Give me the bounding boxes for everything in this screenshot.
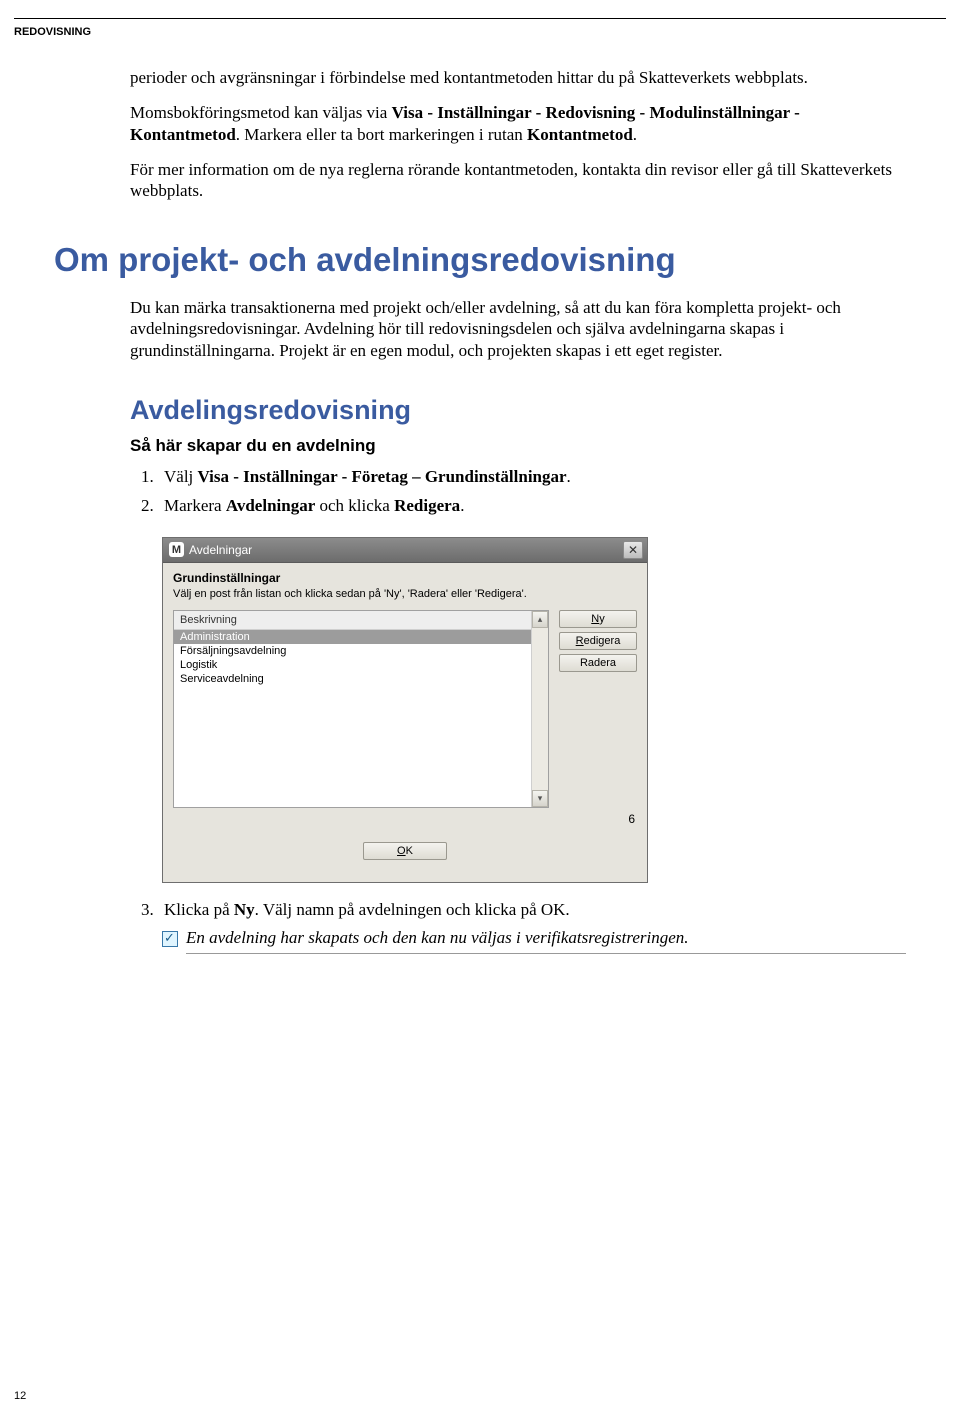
check-icon	[162, 931, 178, 947]
list-item[interactable]: Administration	[174, 630, 531, 644]
delete-button[interactable]: Radera	[559, 654, 637, 672]
heading-2: Avdelingsredovisning	[130, 395, 906, 426]
item-count: 6	[173, 808, 637, 836]
dialog-window: M Avdelningar ✕ Grundinställningar Välj …	[162, 537, 648, 883]
text: .	[567, 467, 571, 486]
list-column-header[interactable]: Beskrivning	[174, 611, 531, 630]
list-item[interactable]: Serviceavdelning	[174, 672, 531, 686]
text: .	[633, 125, 637, 144]
app-icon: M	[169, 542, 184, 557]
button-name: Ny	[234, 900, 255, 919]
scroll-up-icon[interactable]: ▴	[532, 611, 548, 628]
dialog-heading: Grundinställningar	[173, 571, 637, 585]
btn-rest: K	[406, 845, 413, 857]
button-name: Redigera	[394, 496, 460, 515]
dialog-subtitle: Välj en post från listan och klicka seda…	[173, 588, 637, 600]
step-3: Klicka på Ny. Välj namn på avdelningen o…	[158, 897, 906, 923]
intro-paragraph-1: perioder och avgränsningar i förbindelse…	[130, 67, 906, 88]
steps-list-continued: Klicka på Ny. Välj namn på avdelningen o…	[130, 897, 906, 923]
steps-list: Välj Visa - Inställningar - Företag – Gr…	[130, 464, 906, 519]
dialog-title: Avdelningar	[189, 543, 252, 557]
heading-1: Om projekt- och avdelningsredovisning	[54, 241, 906, 279]
list-item[interactable]: Logistik	[174, 658, 531, 672]
dialog-main: Beskrivning Administration Försäljningsa…	[173, 610, 637, 808]
text: . Markera eller ta bort markeringen i ru…	[236, 125, 527, 144]
new-button[interactable]: Ny	[559, 610, 637, 628]
btn-rest: edigera	[584, 635, 621, 647]
step-2: Markera Avdelningar och klicka Redigera.	[158, 493, 906, 519]
section-paragraph: Du kan märka transaktionerna med projekt…	[130, 297, 906, 361]
page-number: 12	[14, 1390, 26, 1402]
btn-text: Radera	[580, 657, 616, 669]
dialog-titlebar: M Avdelningar ✕	[163, 538, 647, 563]
button-column: Ny Redigera Radera	[559, 610, 637, 672]
text: Välj	[164, 467, 198, 486]
close-icon: ✕	[628, 543, 638, 557]
text: . Välj namn på avdelningen och klicka på…	[255, 900, 570, 919]
title-left: M Avdelningar	[169, 542, 252, 557]
text: .	[460, 496, 464, 515]
text: Markera	[164, 496, 226, 515]
text: och klicka	[315, 496, 394, 515]
dialog-screenshot: M Avdelningar ✕ Grundinställningar Välj …	[162, 537, 648, 883]
close-button[interactable]: ✕	[623, 541, 643, 559]
edit-button[interactable]: Redigera	[559, 632, 637, 650]
header-rule	[14, 18, 946, 19]
text: Klicka på	[164, 900, 234, 919]
dialog-body: Grundinställningar Välj en post från lis…	[163, 563, 647, 882]
note-text: En avdelning har skapats och den kan nu …	[186, 928, 906, 954]
text: Momsbokföringsmetod kan väljas via	[130, 103, 392, 122]
btn-rest: y	[599, 613, 605, 625]
heading-3: Så här skapar du en avdelning	[130, 436, 906, 456]
intro-paragraph-3: För mer information om de nya reglerna r…	[130, 159, 906, 202]
scroll-down-icon[interactable]: ▾	[532, 790, 548, 807]
field-name: Avdelningar	[226, 496, 315, 515]
list-box[interactable]: Beskrivning Administration Försäljningsa…	[173, 610, 549, 808]
menu-path: Visa - Inställningar - Företag – Grundin…	[198, 467, 567, 486]
field-name: Kontantmetod	[527, 125, 633, 144]
ok-button[interactable]: OK	[363, 842, 447, 860]
page-header: REDOVISNING	[14, 26, 97, 38]
scrollbar[interactable]: ▴ ▾	[531, 611, 548, 807]
step-1: Välj Visa - Inställningar - Företag – Gr…	[158, 464, 906, 490]
list-inner: Beskrivning Administration Försäljningsa…	[174, 611, 531, 807]
list-item[interactable]: Försäljningsavdelning	[174, 644, 531, 658]
note: En avdelning har skapats och den kan nu …	[162, 928, 906, 954]
intro-paragraph-2: Momsbokföringsmetod kan väljas via Visa …	[130, 102, 906, 145]
ok-row: OK	[173, 836, 637, 872]
